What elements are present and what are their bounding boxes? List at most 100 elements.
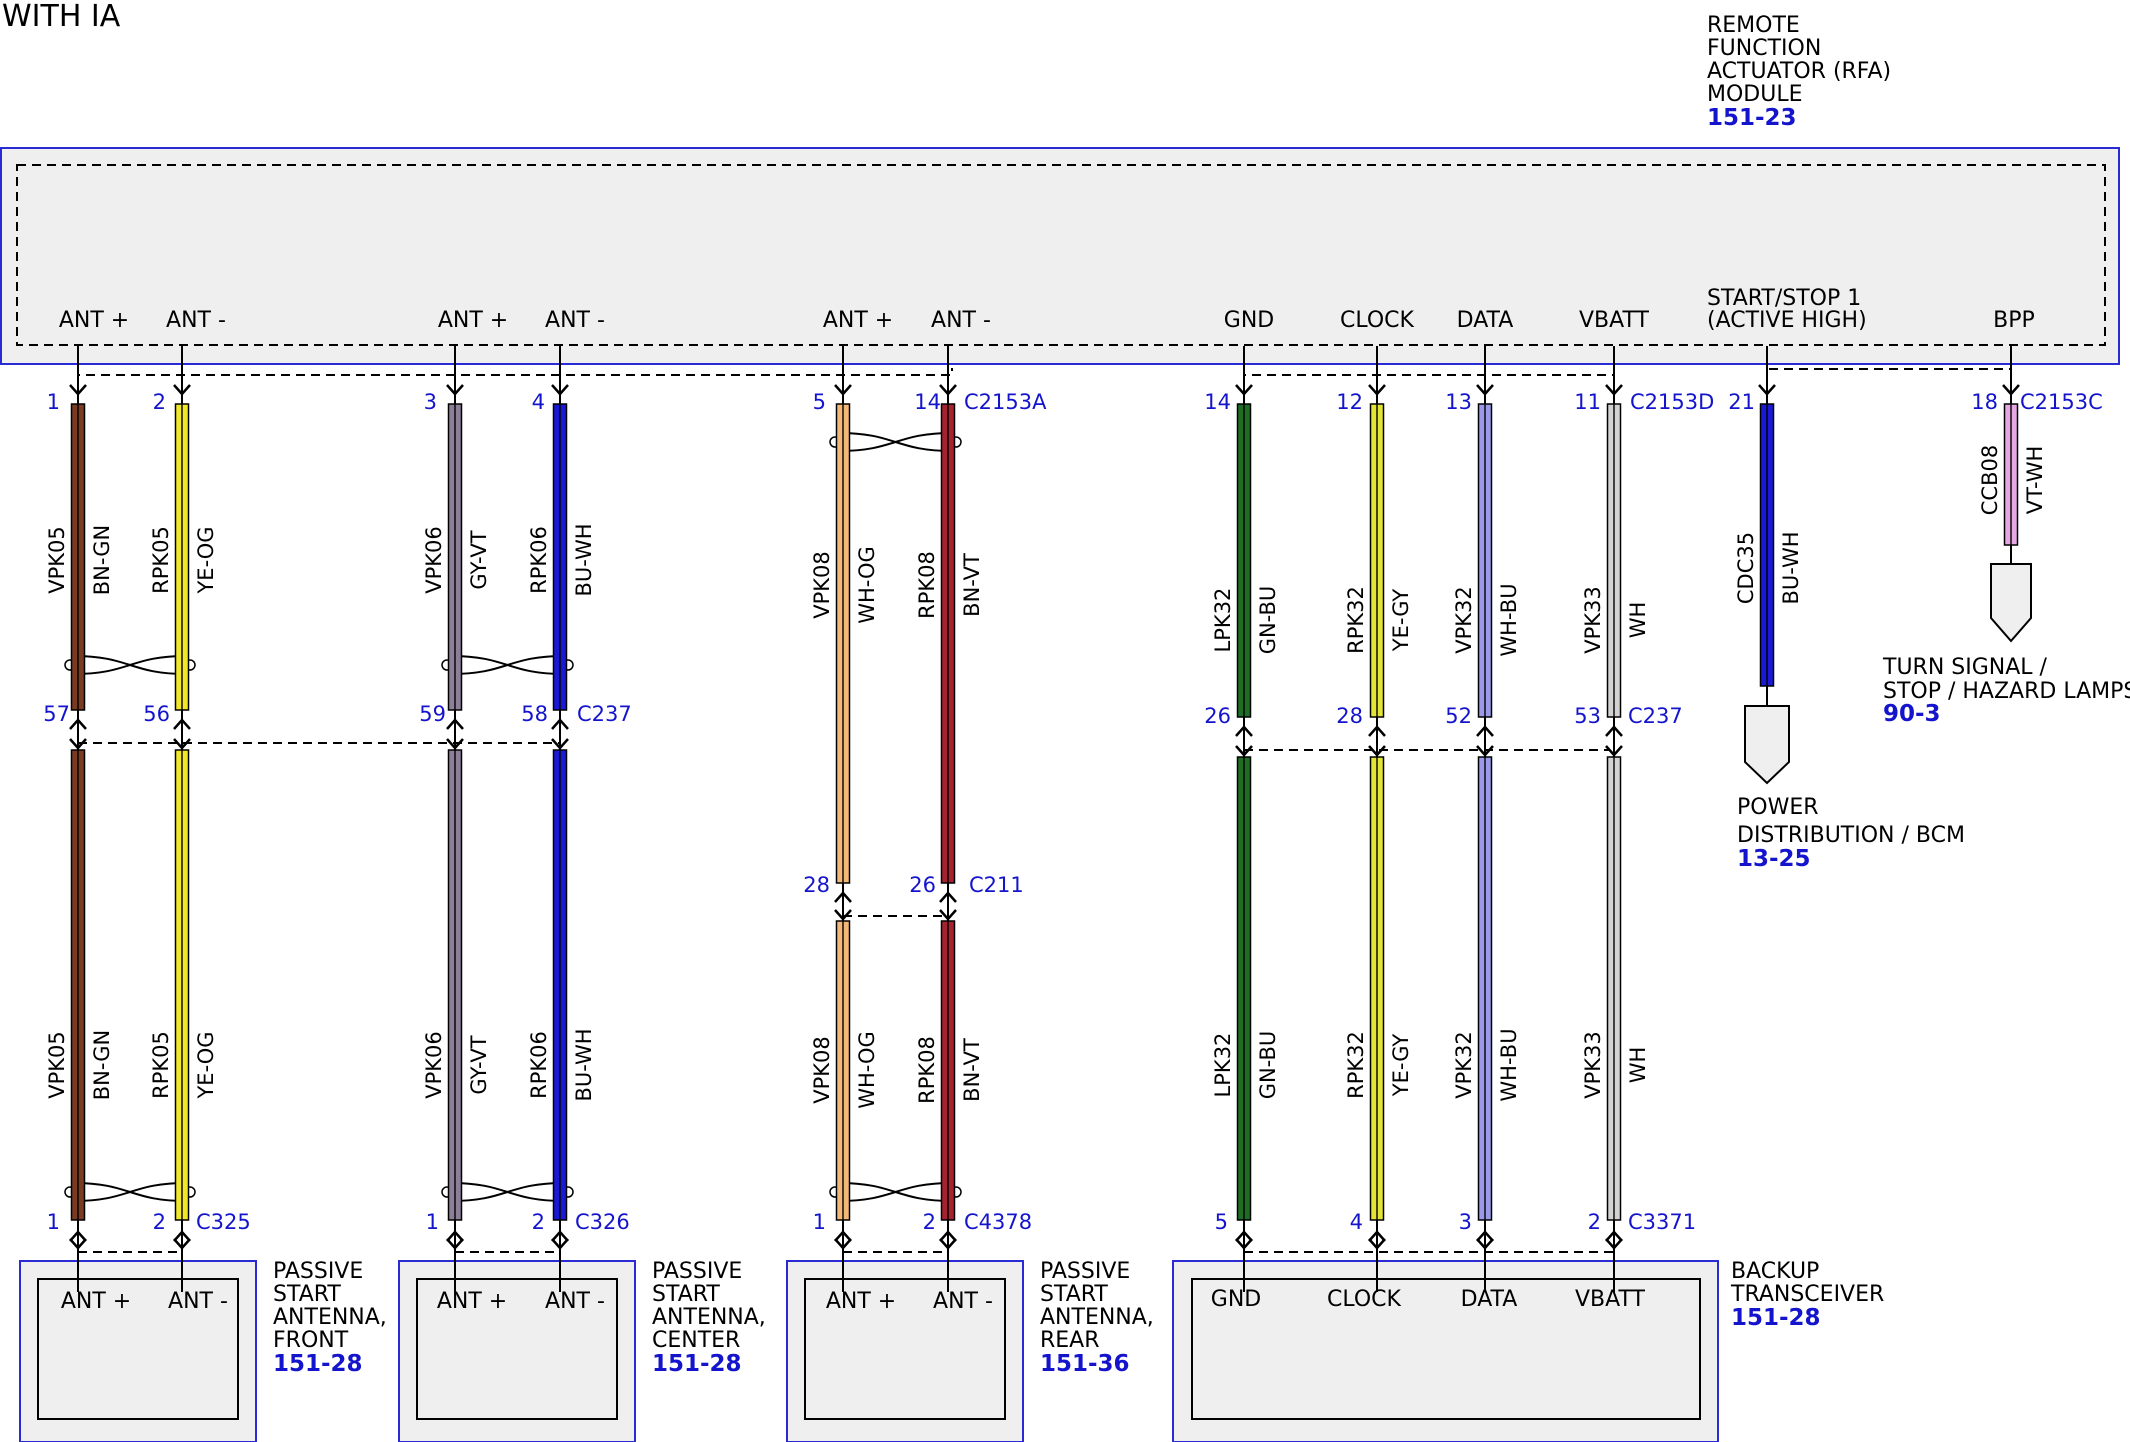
rear-antenna-line-1: PASSIVE: [1040, 1259, 1130, 1284]
backup-transceiver-line-2: TRANSCEIVER: [1730, 1282, 1884, 1307]
rfa-terminal-bpp: BPP: [1993, 308, 2035, 333]
top-pin-3: 3: [424, 390, 437, 414]
rear-antenna-line-2: START: [1040, 1282, 1108, 1307]
wire-vpk08-4-upper-circuit-label: VPK08: [810, 551, 834, 619]
top-pin-5: 5: [813, 390, 826, 414]
wire-vpk05-0-twist-0: [73, 655, 187, 675]
wire-rpk08-5-lower-color-label: BN-VT: [960, 1038, 984, 1102]
wire-rpk08-5-lower-circuit-label: RPK08: [915, 1036, 939, 1104]
rfa-terminal-vbatt: VBATT: [1579, 308, 1650, 333]
mid-pin-26a: 26: [909, 873, 936, 897]
rfa-terminal-clock: CLOCK: [1340, 308, 1415, 333]
center-term-ant-plus: ANT +: [437, 1289, 507, 1314]
rfa-name-line-4: MODULE: [1707, 82, 1803, 107]
rfa-page-ref[interactable]: 151-23: [1707, 105, 1797, 131]
wire-vpk06-2-twist-1: [450, 1182, 565, 1202]
mid-pin-28b: 28: [1336, 704, 1363, 728]
turn-signal-line-1: TURN SIGNAL /: [1882, 655, 2048, 680]
wire-vpk08-4-lower-color-label: WH-OG: [855, 1031, 879, 1109]
center-antenna-line-3: ANTENNA,: [652, 1305, 766, 1330]
connector-c3371: C3371: [1628, 1210, 1696, 1234]
top-pin-12: 12: [1336, 390, 1363, 414]
power-dist-ref[interactable]: 13-25: [1737, 846, 1811, 872]
wire-vpk33-9-lower-color-label: WH: [1626, 1047, 1650, 1084]
rfa-terminal-ant-plus-3: ANT +: [823, 308, 893, 333]
wire-vpk06-2-upper-circuit-label: VPK06: [422, 526, 446, 594]
wire-rpk05-1-lower-color-label: YE-OG: [194, 1031, 218, 1099]
power-dist-line-2: DISTRIBUTION / BCM: [1737, 823, 1965, 848]
front-antenna-line-1: PASSIVE: [273, 1259, 363, 1284]
bot-pin-front-1: 1: [47, 1210, 60, 1234]
turn-signal-ref[interactable]: 90-3: [1883, 701, 1941, 727]
wire-vpk06-2-lower-circuit-label: VPK06: [422, 1031, 446, 1099]
connector-c237-b: C237: [1628, 704, 1683, 728]
backup-term-gnd: GND: [1211, 1287, 1261, 1312]
wire-cdc35-circuit-label: CDC35: [1734, 532, 1758, 604]
power-dist-line-1: POWER: [1737, 795, 1819, 820]
rear-antenna-line-4: REAR: [1040, 1328, 1100, 1353]
rfa-name-line-3: ACTUATOR (RFA): [1707, 59, 1891, 84]
wire-vpk32-8-upper-circuit-label: VPK32: [1452, 586, 1476, 654]
diagram-title: WITH IA: [2, 0, 121, 34]
rfa-terminal-gnd: GND: [1224, 308, 1274, 333]
connector-c237-a: C237: [577, 702, 632, 726]
wire-ccb08-circuit-label: CCB08: [1978, 445, 2002, 515]
center-term-ant-minus: ANT -: [545, 1289, 605, 1314]
wire-vpk05-0-upper-color-label: BN-GN: [90, 525, 114, 595]
wire-rpk32-7-upper-color-label: YE-GY: [1389, 589, 1413, 653]
front-term-ant-plus: ANT +: [61, 1289, 131, 1314]
wire-rpk32-7-lower-circuit-label: RPK32: [1344, 1031, 1368, 1099]
wire-rpk08-5-upper-color-label: BN-VT: [960, 553, 984, 617]
center-antenna-ref[interactable]: 151-28: [652, 1351, 742, 1377]
rear-antenna-ref[interactable]: 151-36: [1040, 1351, 1130, 1377]
front-antenna-ref[interactable]: 151-28: [273, 1351, 363, 1377]
wire-lpk32-6-lower-color-label: GN-BU: [1256, 1031, 1280, 1100]
rfa-name-line-1: REMOTE: [1707, 13, 1800, 38]
rfa-terminal-ant-plus-2: ANT +: [438, 308, 508, 333]
mid-pin-59: 59: [419, 702, 446, 726]
mid-pin-58: 58: [521, 702, 548, 726]
backup-transceiver-line-1: BACKUP: [1731, 1259, 1819, 1284]
front-antenna-line-4: FRONT: [273, 1328, 349, 1353]
rfa-terminal-ant-minus-3: ANT -: [931, 308, 991, 333]
wire-vpk05-0-lower-circuit-label: VPK05: [45, 1031, 69, 1099]
bot-pin-backup-2: 2: [1588, 1210, 1601, 1234]
wire-rpk05-1-upper-circuit-label: RPK05: [149, 526, 173, 594]
wire-ccb08-color-label: VT-WH: [2023, 446, 2047, 515]
bot-pin-center-2: 2: [532, 1210, 545, 1234]
wire-vpk32-8-lower-color-label: WH-BU: [1497, 1028, 1521, 1101]
wire-vpk32-8-lower-circuit-label: VPK32: [1452, 1031, 1476, 1099]
rear-term-ant-minus: ANT -: [933, 1289, 993, 1314]
top-pin-14a: 14: [914, 390, 941, 414]
wire-rpk06-3-lower-color-label: BU-WH: [572, 1028, 596, 1101]
backup-transceiver-ref[interactable]: 151-28: [1731, 1305, 1821, 1331]
wire-rpk08-5-upper-circuit-label: RPK08: [915, 551, 939, 619]
connector-c2153d: C2153D: [1630, 390, 1714, 414]
connector-c325: C325: [196, 1210, 251, 1234]
wire-vpk33-9-lower-circuit-label: VPK33: [1581, 1031, 1605, 1099]
backup-term-vbatt: VBATT: [1575, 1287, 1646, 1312]
bot-pin-backup-3: 3: [1459, 1210, 1472, 1234]
wire-lpk32-6-lower-circuit-label: LPK32: [1211, 1033, 1235, 1098]
rear-term-ant-plus: ANT +: [826, 1289, 896, 1314]
rear-antenna-line-3: ANTENNA,: [1040, 1305, 1154, 1330]
rfa-terminal-active-high: (ACTIVE HIGH): [1707, 308, 1867, 333]
rfa-name-line-2: FUNCTION: [1707, 36, 1821, 61]
bot-pin-center-1: 1: [426, 1210, 439, 1234]
wire-vpk06-2-upper-color-label: GY-VT: [467, 530, 491, 589]
wiring-diagram: WITH IA REMOTE FUNCTION ACTUATOR (RFA) M…: [0, 0, 2130, 1442]
mid-pin-26b: 26: [1204, 704, 1231, 728]
wire-vpk08-4-lower-circuit-label: VPK08: [810, 1036, 834, 1104]
mid-pin-53: 53: [1574, 704, 1601, 728]
mid-pin-56: 56: [143, 702, 170, 726]
mid-pin-57: 57: [43, 702, 70, 726]
center-antenna-line-2: START: [652, 1282, 720, 1307]
bot-pin-rear-2: 2: [923, 1210, 936, 1234]
top-pin-18: 18: [1971, 390, 1998, 414]
wire-rpk32-7-upper-circuit-label: RPK32: [1344, 586, 1368, 654]
wire-lpk32-6-upper-color-label: GN-BU: [1256, 586, 1280, 655]
mid-pin-52: 52: [1445, 704, 1472, 728]
rfa-terminal-ant-plus-1: ANT +: [59, 308, 129, 333]
connector-c326: C326: [575, 1210, 630, 1234]
backup-term-data: DATA: [1461, 1287, 1518, 1312]
